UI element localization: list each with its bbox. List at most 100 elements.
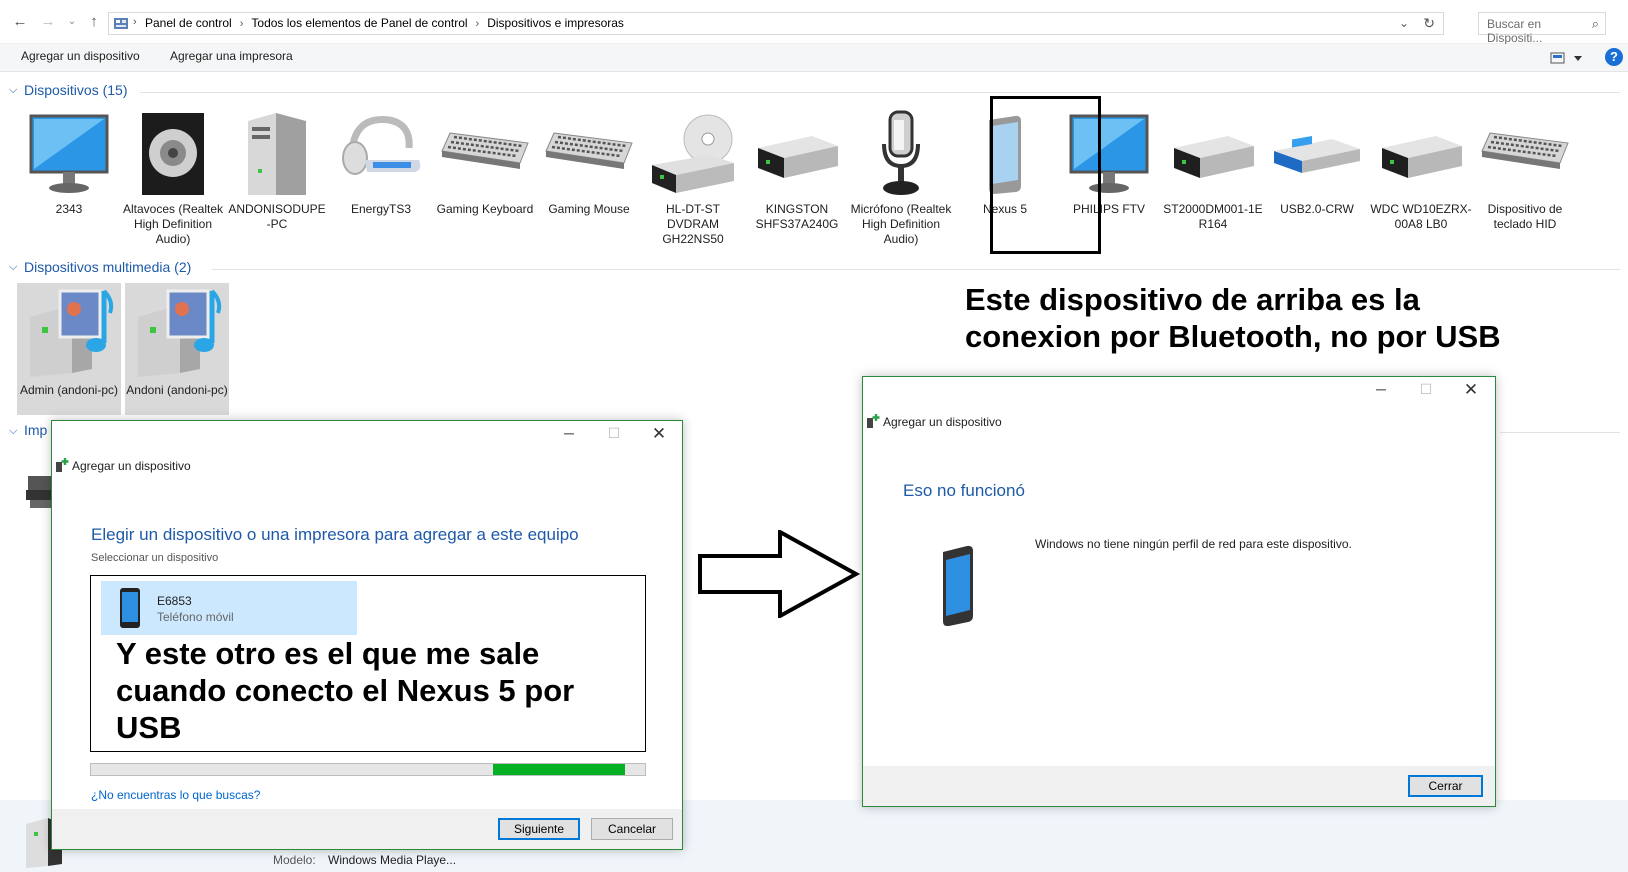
add-device-icon — [867, 414, 880, 428]
device-label: ANDONISODUPE -PC — [228, 202, 326, 231]
phone-icon — [120, 588, 140, 628]
search-progress-bar — [90, 763, 646, 776]
device-item[interactable]: Altavoces (Realtek High Definition Audio… — [121, 110, 225, 247]
device-label: WDC WD10EZRX-00A8 LB0 — [1370, 202, 1472, 231]
search-input[interactable]: Buscar en Dispositi... ⌕ — [1478, 12, 1606, 45]
group-header-devices[interactable]: Dispositivos (15) — [24, 82, 127, 98]
collapse-chevron-icon[interactable]: ⌵ — [9, 84, 17, 97]
view-options-icon[interactable] — [1550, 51, 1584, 65]
group-header-multimedia[interactable]: Dispositivos multimedia (2) — [24, 259, 191, 275]
media-device-label: Andoni (andoni-pc) — [126, 383, 228, 397]
error-dialog: Agregar un dispositivo ─ ☐ ✕ Eso no func… — [862, 376, 1496, 807]
group-divider — [140, 92, 1620, 93]
phone-icon — [943, 545, 973, 626]
arrow-right-icon — [698, 530, 861, 618]
up-arrow-icon[interactable]: ↑ — [84, 12, 104, 32]
address-bar-area: ← → ⌄ ↑ › Panel de control › Todos los ele… — [0, 0, 1628, 45]
card-reader-icon — [1265, 110, 1369, 198]
add-device-icon — [56, 458, 69, 472]
media-device-admin[interactable]: Admin (andoni-pc) — [17, 283, 121, 415]
device-item[interactable]: Gaming Mouse — [537, 110, 641, 217]
device-label: Gaming Keyboard — [436, 202, 534, 216]
collapse-chevron-icon[interactable]: ⌵ — [9, 425, 17, 438]
keyboard-icon — [537, 110, 641, 198]
refresh-icon[interactable]: ↻ — [1423, 15, 1435, 32]
dialog-title: Agregar un dispositivo — [72, 459, 191, 473]
breadcrumb-separator-icon: › — [133, 16, 137, 28]
group-header-printers[interactable]: Imp — [24, 422, 47, 438]
dialog-title: Agregar un dispositivo — [883, 415, 1002, 429]
device-item[interactable]: Micrófono (Realtek High Definition Audio… — [849, 110, 953, 247]
device-item[interactable]: Gaming Keyboard — [433, 110, 537, 217]
headset-icon — [329, 110, 433, 198]
close-icon[interactable]: ✕ — [644, 424, 674, 444]
annotation-usb: Y este otro es el que me sale cuando con… — [116, 636, 575, 745]
collapse-chevron-icon[interactable]: ⌵ — [9, 261, 17, 274]
address-field[interactable]: › Panel de control › Todos los elementos d… — [108, 12, 1444, 35]
model-value: Windows Media Playe... — [328, 853, 457, 867]
breadcrumb-control-panel[interactable]: Panel de control — [145, 16, 232, 30]
drive-icon — [1369, 110, 1473, 198]
maximize-icon: ☐ — [1419, 381, 1433, 397]
add-printer-button[interactable]: Agregar una impresora — [170, 49, 293, 63]
error-message: Windows no tiene ningún perfil de red pa… — [1035, 537, 1352, 551]
computer-tower-icon — [225, 110, 329, 198]
close-icon[interactable]: ✕ — [1456, 380, 1486, 400]
search-placeholder: Buscar en Dispositi... — [1487, 17, 1543, 45]
device-item[interactable]: Dispositivo de teclado HID — [1473, 110, 1577, 232]
media-device-label: Admin (andoni-pc) — [19, 383, 119, 397]
speaker-icon — [121, 110, 225, 198]
minimize-icon[interactable]: ─ — [554, 425, 584, 441]
media-server-icon — [17, 283, 121, 383]
device-item[interactable]: ANDONISODUPE -PC — [225, 110, 329, 232]
chevron-right-icon: › — [239, 18, 244, 30]
device-list-item[interactable]: E6853 Teléfono móvil — [101, 581, 357, 635]
device-label: Altavoces (Realtek High Definition Audio… — [122, 202, 224, 246]
breadcrumb-devices-printers[interactable]: Dispositivos e impresoras — [487, 16, 624, 30]
highlight-box-nexus5 — [990, 96, 1101, 254]
breadcrumb: Panel de control › Todos los elementos de … — [145, 16, 624, 30]
printer-icon — [26, 476, 52, 508]
next-button[interactable]: Siguiente — [498, 818, 580, 840]
monitor-icon — [17, 110, 121, 198]
device-item[interactable]: HL-DT-ST DVDRAM GH22NS50 — [641, 110, 745, 247]
back-arrow-icon[interactable]: ← — [10, 12, 30, 32]
drive-icon — [745, 110, 849, 198]
media-device-andoni[interactable]: Andoni (andoni-pc) — [125, 283, 229, 415]
group-divider — [1500, 432, 1620, 433]
dialog-heading: Elegir un dispositivo o una impresora pa… — [91, 525, 579, 544]
device-type: Teléfono móvil — [157, 610, 234, 624]
device-label: EnergyTS3 — [350, 202, 412, 216]
dialog-footer: Siguiente Cancelar — [52, 809, 682, 849]
device-item[interactable]: ST2000DM001-1E R164 — [1161, 110, 1265, 232]
chevron-down-icon[interactable]: ⌄ — [1399, 16, 1409, 30]
forward-arrow-icon[interactable]: → — [38, 12, 58, 32]
help-icon[interactable]: ? — [1605, 48, 1623, 66]
help-link[interactable]: ¿No encuentras lo que buscas? — [91, 788, 260, 802]
device-item[interactable]: WDC WD10EZRX-00A8 LB0 — [1369, 110, 1473, 232]
progress-fill — [493, 764, 625, 775]
device-item[interactable]: 2343 — [17, 110, 121, 217]
add-device-button[interactable]: Agregar un dispositivo — [21, 49, 140, 63]
device-item[interactable]: EnergyTS3 — [329, 110, 433, 217]
recent-dropdown-icon[interactable]: ⌄ — [62, 12, 82, 32]
device-label: Micrófono (Realtek High Definition Audio… — [850, 202, 952, 246]
device-label: Dispositivo de teclado HID — [1487, 202, 1563, 231]
device-list: E6853 Teléfono móvil Y este otro es el q… — [90, 575, 646, 752]
keyboard-icon — [433, 110, 537, 198]
cancel-button[interactable]: Cancelar — [591, 818, 673, 840]
minimize-icon[interactable]: ─ — [1366, 381, 1396, 397]
close-button[interactable]: Cerrar — [1408, 775, 1483, 797]
dvd-drive-icon — [641, 110, 745, 198]
chevron-right-icon: › — [475, 18, 480, 30]
annotation-bluetooth: Este dispositivo de arriba es la conexio… — [965, 282, 1501, 354]
search-icon[interactable]: ⌕ — [1592, 16, 1599, 32]
device-item[interactable]: USB2.0-CRW — [1265, 110, 1369, 217]
drive-icon — [1161, 110, 1265, 198]
device-label: KINGSTON SHFS37A240G — [755, 202, 839, 231]
microphone-icon — [849, 110, 953, 198]
device-item[interactable]: KINGSTON SHFS37A240G — [745, 110, 849, 232]
breadcrumb-all-items[interactable]: Todos los elementos de Panel de control — [251, 16, 467, 30]
device-label: ST2000DM001-1E R164 — [1163, 202, 1263, 231]
control-panel-icon — [114, 18, 128, 29]
